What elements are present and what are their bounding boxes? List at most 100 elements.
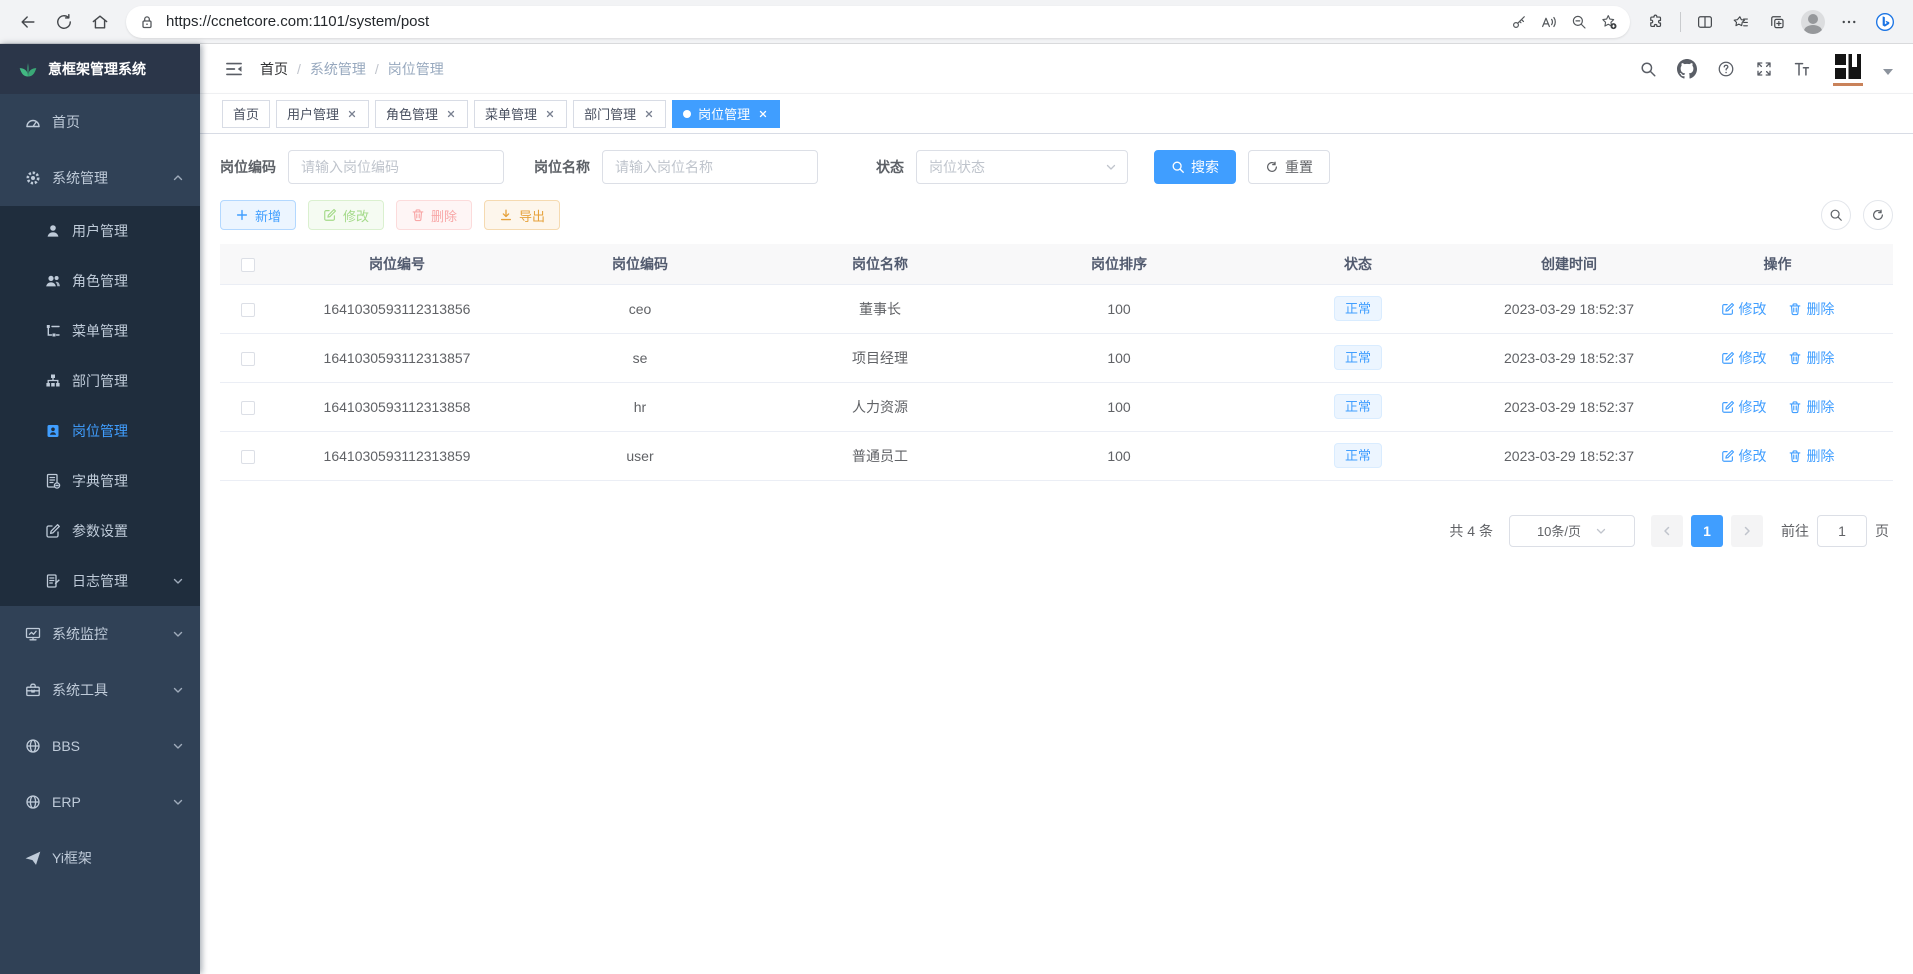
text-size-button[interactable] [1793,59,1813,79]
tab-user-management[interactable]: 用户管理 [276,100,369,128]
reset-button[interactable]: 重置 [1248,150,1330,184]
tab-department-management[interactable]: 部门管理 [573,100,666,128]
close-tab-icon[interactable] [346,108,358,120]
row-delete-link[interactable]: 删除 [1788,397,1834,417]
cell-post-sort: 100 [998,333,1240,382]
browser-refresh-button[interactable] [46,5,82,39]
row-delete-link[interactable]: 删除 [1788,446,1834,466]
cell-post-name: 项目经理 [762,333,998,382]
status-badge: 正常 [1334,443,1382,468]
column-post-sort: 岗位排序 [998,244,1240,284]
url-text[interactable]: https://ccnetcore.com:1101/system/post [162,13,1504,30]
tab-role-management[interactable]: 角色管理 [375,100,468,128]
search-button[interactable]: 搜索 [1154,150,1236,184]
sidebar-item-bbs[interactable]: BBS [0,718,200,774]
sidebar-item-system-management[interactable]: 系统管理 [0,150,200,206]
row-checkbox[interactable] [241,401,255,415]
extensions-button[interactable] [1638,5,1674,39]
post-name-input[interactable] [602,150,818,184]
download-icon [499,208,513,222]
help-button[interactable] [1717,60,1735,78]
row-delete-link[interactable]: 删除 [1788,348,1834,368]
sidebar-item-log-management[interactable]: 日志管理 [0,556,200,606]
close-tab-icon[interactable] [757,108,769,120]
sidebar-item-user-management[interactable]: 用户管理 [0,206,200,256]
header-search-button[interactable] [1639,60,1657,78]
status-badge: 正常 [1334,296,1382,321]
delete-button[interactable]: 删除 [396,200,472,230]
page-size-select[interactable]: 10条/页 [1509,515,1635,547]
page-number-button[interactable]: 1 [1691,515,1723,547]
close-tab-icon[interactable] [445,108,457,120]
filter-form: 岗位编码 岗位名称 状态 岗位状态 搜索 重置 [220,150,1893,184]
monitor-icon [25,626,41,642]
password-button[interactable] [1504,8,1534,36]
chevron-down-icon [1105,161,1117,173]
sidebar-item-post-management[interactable]: 岗位管理 [0,406,200,456]
show-search-button[interactable] [1821,200,1851,230]
status-select[interactable]: 岗位状态 [916,150,1128,184]
sidebar-item-home[interactable]: 首页 [0,94,200,150]
tab-home[interactable]: 首页 [222,100,270,128]
next-page-button[interactable] [1731,515,1763,547]
log-icon [45,573,61,589]
read-aloud-button[interactable] [1534,8,1564,36]
sidebar-item-role-management[interactable]: 角色管理 [0,256,200,306]
goto-label: 前往 [1781,521,1809,541]
split-screen-button[interactable] [1687,5,1723,39]
browser-back-button[interactable] [10,5,46,39]
sidebar-item-erp[interactable]: ERP [0,774,200,830]
breadcrumb-home[interactable]: 首页 [260,59,288,79]
row-checkbox[interactable] [241,303,255,317]
sidebar-item-system-tools[interactable]: 系统工具 [0,662,200,718]
row-edit-link[interactable]: 修改 [1721,348,1767,368]
caret-down-icon[interactable] [1883,69,1893,75]
send-icon [25,850,41,866]
browser-settings-button[interactable] [1831,5,1867,39]
favorites-bar-button[interactable] [1723,5,1759,39]
sidebar-item-dictionary-management[interactable]: 字典管理 [0,456,200,506]
post-code-input[interactable] [288,150,504,184]
select-all-checkbox[interactable] [241,258,255,272]
cell-created-time: 2023-03-29 18:52:37 [1476,431,1662,480]
sidebar-item-department-management[interactable]: 部门管理 [0,356,200,406]
sidebar-item-system-monitor[interactable]: 系统监控 [0,606,200,662]
fullscreen-button[interactable] [1755,60,1773,78]
tab-menu-management[interactable]: 菜单管理 [474,100,567,128]
user-avatar[interactable] [1833,52,1863,86]
prev-page-button[interactable] [1651,515,1683,547]
row-edit-link[interactable]: 修改 [1721,446,1767,466]
goto-page-input[interactable] [1817,515,1867,547]
sidebar-item-menu-management[interactable]: 菜单管理 [0,306,200,356]
bing-chat-button[interactable] [1867,5,1903,39]
tab-post-management[interactable]: 岗位管理 [672,100,780,128]
export-button[interactable]: 导出 [484,200,560,230]
status-badge: 正常 [1334,345,1382,370]
zoom-out-button[interactable] [1564,8,1594,36]
favorite-add-button[interactable] [1594,8,1624,36]
collapse-sidebar-button[interactable] [214,49,254,89]
address-bar[interactable]: https://ccnetcore.com:1101/system/post [126,6,1630,38]
refresh-table-button[interactable] [1863,200,1893,230]
row-delete-link[interactable]: 删除 [1788,299,1834,319]
more-icon [1840,13,1858,31]
collections-button[interactable] [1759,5,1795,39]
row-checkbox[interactable] [241,450,255,464]
chevron-down-icon [172,740,184,752]
row-checkbox[interactable] [241,352,255,366]
close-tab-icon[interactable] [643,108,655,120]
github-link-button[interactable] [1677,59,1697,79]
row-edit-link[interactable]: 修改 [1721,397,1767,417]
site-permissions-button[interactable] [132,8,162,36]
sidebar-item-parameter-settings[interactable]: 参数设置 [0,506,200,556]
chevron-up-icon [172,172,184,184]
edit-button[interactable]: 修改 [308,200,384,230]
close-tab-icon[interactable] [544,108,556,120]
sidebar-item-yi-framework[interactable]: Yi框架 [0,830,200,886]
text-size-icon [1793,59,1813,79]
system-submenu: 用户管理 角色管理 菜单管理 部门管理 岗位管理 [0,206,200,606]
row-edit-link[interactable]: 修改 [1721,299,1767,319]
browser-profile-button[interactable] [1795,5,1831,39]
add-button[interactable]: 新增 [220,200,296,230]
browser-home-button[interactable] [82,5,118,39]
